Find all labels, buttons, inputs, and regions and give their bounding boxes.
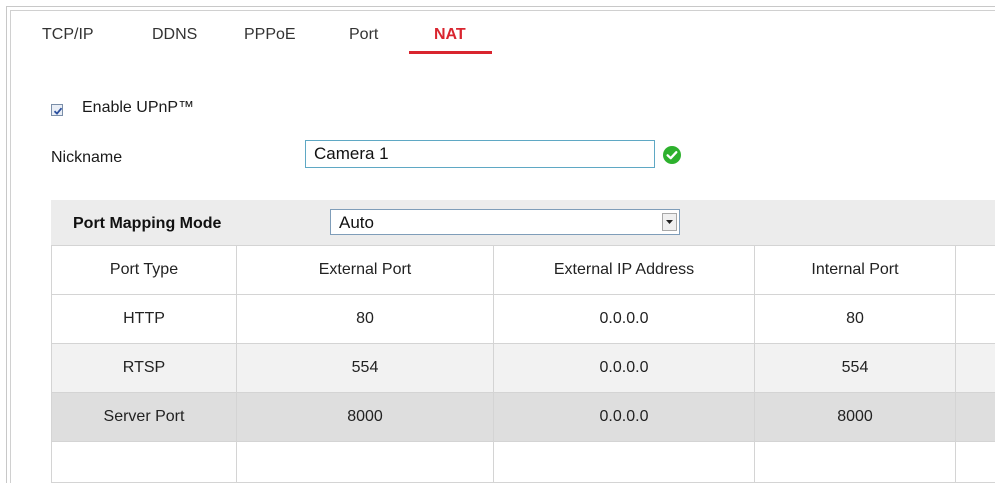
cell-port-type: Server Port (52, 393, 237, 442)
cell-internal-port: 80 (755, 295, 956, 344)
cell-external-port: 8000 (237, 393, 494, 442)
tab-port[interactable]: Port (349, 26, 378, 44)
check-circle-icon (663, 146, 681, 164)
tab-nat[interactable]: NAT (434, 26, 466, 44)
enable-upnp-checkbox[interactable] (51, 104, 63, 116)
column-header-port-type: Port Type (52, 246, 237, 295)
nickname-input[interactable] (305, 140, 655, 168)
port-mapping-mode-value: Auto (339, 213, 374, 233)
chevron-down-icon (666, 220, 673, 224)
tab-bar: TCP/IP DDNS PPPoE Port NAT (0, 0, 995, 60)
table-row-server-port[interactable]: Server Port 8000 0.0.0.0 8000 (52, 393, 995, 442)
port-mapping-mode-label: Port Mapping Mode (73, 215, 221, 233)
column-header-external-port: External Port (237, 246, 494, 295)
column-header-internal-port: Internal Port (755, 246, 956, 295)
table-header-row: Port Type External Port External IP Addr… (52, 246, 995, 295)
cell-external-port: 80 (237, 295, 494, 344)
checkmark-icon (52, 105, 64, 117)
cell-extra (956, 442, 995, 483)
column-header-external-ip: External IP Address (494, 246, 755, 295)
cell-port-type: HTTP (52, 295, 237, 344)
cell-external-port (237, 442, 494, 483)
cell-internal-port (755, 442, 956, 483)
table-row-http[interactable]: HTTP 80 0.0.0.0 80 (52, 295, 995, 344)
cell-external-ip: 0.0.0.0 (494, 295, 755, 344)
tab-pppoe[interactable]: PPPoE (244, 26, 296, 44)
cell-internal-port: 8000 (755, 393, 956, 442)
cell-port-type: RTSP (52, 344, 237, 393)
port-mapping-table: Port Type External Port External IP Addr… (51, 245, 995, 483)
cell-external-port: 554 (237, 344, 494, 393)
cell-extra (956, 344, 995, 393)
cell-external-ip: 0.0.0.0 (494, 393, 755, 442)
enable-upnp-label: Enable UPnP™ (82, 99, 194, 117)
dropdown-button[interactable] (662, 213, 677, 231)
cell-extra (956, 295, 995, 344)
nickname-label: Nickname (51, 149, 122, 167)
cell-internal-port: 554 (755, 344, 956, 393)
column-header-extra (956, 246, 995, 295)
cell-port-type (52, 442, 237, 483)
active-tab-indicator (409, 51, 492, 54)
cell-extra (956, 393, 995, 442)
cell-external-ip (494, 442, 755, 483)
table-row-empty[interactable] (52, 442, 995, 483)
port-mapping-mode-select[interactable]: Auto (330, 209, 680, 235)
cell-external-ip: 0.0.0.0 (494, 344, 755, 393)
tab-ddns[interactable]: DDNS (152, 26, 197, 44)
tab-tcpip[interactable]: TCP/IP (42, 26, 94, 44)
table-row-rtsp[interactable]: RTSP 554 0.0.0.0 554 (52, 344, 995, 393)
